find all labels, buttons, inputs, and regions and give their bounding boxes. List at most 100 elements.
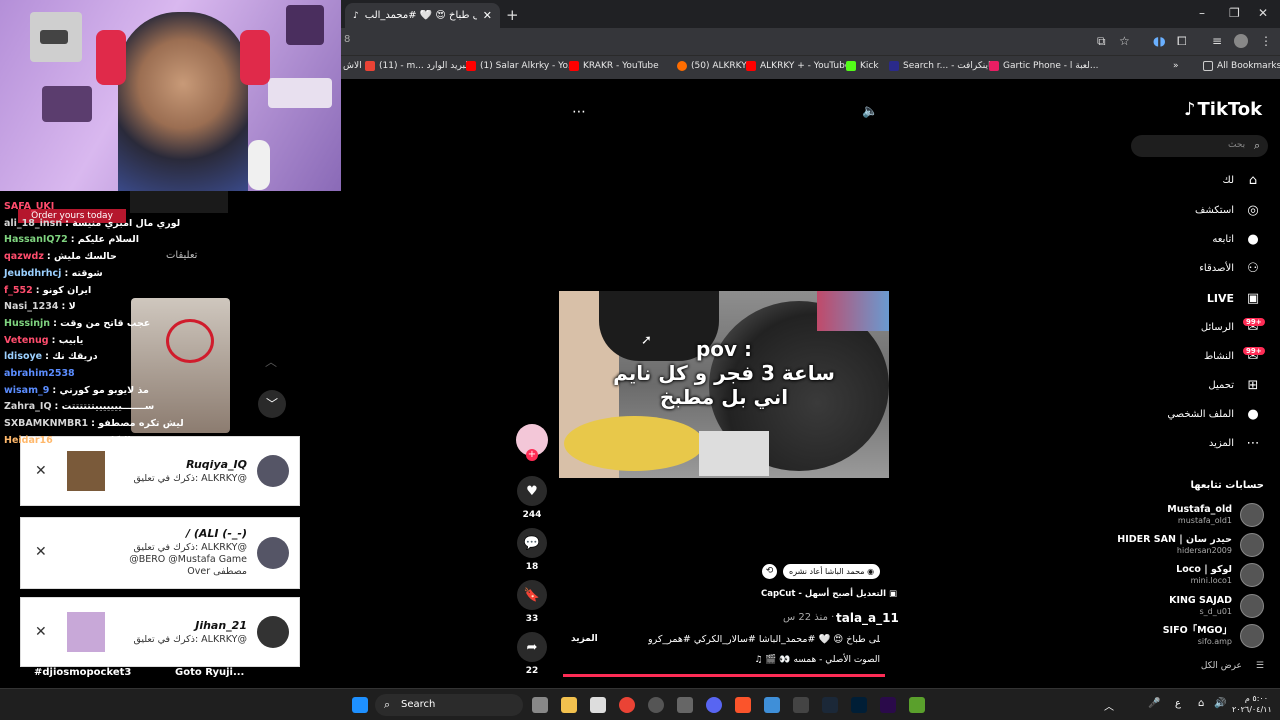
- scroll-down-icon[interactable]: ﹀: [258, 390, 286, 418]
- followed-account[interactable]: SIFO「MGO」 sifo.amp: [1163, 624, 1264, 648]
- minimize-icon[interactable]: –: [1199, 6, 1205, 20]
- bookmarks-overflow-icon[interactable]: »: [1173, 61, 1179, 71]
- app-icon[interactable]: [764, 697, 780, 713]
- menu-icon[interactable]: ⋮: [1260, 34, 1272, 48]
- taskbar-search[interactable]: Search: [375, 694, 523, 716]
- like-button[interactable]: ♥ 244: [516, 476, 548, 520]
- more-link[interactable]: المزيد: [571, 634, 598, 644]
- close-icon[interactable]: ✕: [35, 544, 47, 560]
- chat-username[interactable]: Jeubdhrhcj: [4, 268, 61, 279]
- follow-plus-icon[interactable]: +: [526, 449, 538, 461]
- network-icon[interactable]: ⌂: [1198, 698, 1204, 709]
- hashtag-link[interactable]: Goto Ryuji...: [175, 667, 244, 678]
- restore-icon[interactable]: ❐: [1229, 6, 1240, 20]
- steam-icon[interactable]: [822, 697, 838, 713]
- bookmark-item[interactable]: Kick: [846, 61, 879, 71]
- notification-card[interactable]: ✕ Jihan_21 ذكرك في تعليق: ALKRKY@: [20, 597, 300, 667]
- chat-username[interactable]: Heidar16: [4, 435, 53, 446]
- close-tab-icon[interactable]: ✕: [483, 9, 500, 22]
- chat-username[interactable]: Hussinjn: [4, 318, 50, 329]
- bookmark-item[interactable]: (50) ALKRKY: [677, 61, 747, 71]
- chat-username[interactable]: f_552: [4, 285, 33, 296]
- browser-tab-active[interactable]: ♪ احلى طباخ 😍 🤍 #محمد_الب ✕: [345, 3, 500, 28]
- extensions-icon[interactable]: ⧠: [1177, 34, 1187, 49]
- tiktok-logo[interactable]: ♪ TikTok: [1184, 99, 1262, 120]
- premiere-icon[interactable]: [880, 697, 896, 713]
- file-explorer-icon[interactable]: [561, 697, 577, 713]
- chat-username[interactable]: ldisoye: [4, 351, 42, 362]
- nav-item[interactable]: LIVE ▣: [1207, 289, 1262, 307]
- chat-username[interactable]: HassanIQ72: [4, 234, 68, 245]
- share-button[interactable]: ➦ 22: [516, 632, 548, 676]
- chat-username[interactable]: Nasi_1234: [4, 301, 58, 312]
- bookmark-item[interactable]: Search r... - ماينكرافت: [889, 61, 996, 71]
- settings-icon[interactable]: [677, 697, 693, 713]
- chat-username[interactable]: wisam_9: [4, 385, 49, 396]
- bookmark-item[interactable]: (11) - m... البريد الوارد: [365, 61, 470, 71]
- media-icon[interactable]: ≡: [1212, 34, 1222, 48]
- bookmark-item[interactable]: Gartic Phone - لعبة ا...: [989, 61, 1098, 71]
- chrome-icon[interactable]: [619, 697, 635, 713]
- sound-link[interactable]: ♫ 🎬 👀 الصوت الأصلي - همسه: [700, 655, 880, 665]
- comment-button[interactable]: 💬 18: [516, 528, 548, 572]
- install-icon[interactable]: ⧉: [1097, 34, 1106, 49]
- followed-account[interactable]: KING SAJAD s_d_u01: [1169, 594, 1264, 618]
- followed-account[interactable]: Loco | لوكو mini.loco1: [1176, 563, 1264, 587]
- chat-username[interactable]: ali_18_insn: [4, 218, 62, 229]
- new-tab-icon[interactable]: +: [506, 6, 519, 24]
- followed-account[interactable]: Mustafa_old mustafa_old1: [1167, 503, 1264, 527]
- clock[interactable]: ٥:٠٠ م ٢٠٢٦/٠٤/١١: [1232, 693, 1272, 715]
- nav-item[interactable]: لك ⌂: [1223, 171, 1262, 189]
- close-window-icon[interactable]: ✕: [1258, 6, 1268, 20]
- nav-item[interactable]: استكشف ◎: [1195, 201, 1262, 219]
- capcut-link[interactable]: CapCut - التعديل أصبح أسهل ▣: [761, 589, 897, 599]
- save-button[interactable]: 🔖 33: [516, 580, 548, 624]
- volume-icon[interactable]: 🔈: [862, 104, 878, 119]
- close-icon[interactable]: ✕: [35, 624, 47, 640]
- bookmark-item[interactable]: (1) Salar Alkrky - Yo...: [466, 61, 576, 71]
- minecraft-icon[interactable]: [909, 697, 925, 713]
- address-bar[interactable]: [341, 28, 1280, 55]
- chat-username[interactable]: qazwdz: [4, 251, 44, 262]
- discord-icon[interactable]: [706, 697, 722, 713]
- microphone-icon[interactable]: 🎤: [1148, 698, 1160, 709]
- capcut-icon[interactable]: [793, 697, 809, 713]
- nav-item[interactable]: تحميل ⊞: [1208, 376, 1262, 394]
- notification-card[interactable]: ✕ Ruqiya_IQ ذكرك في تعليق: ALKRKY@: [20, 436, 300, 506]
- chat-username[interactable]: SAFA_UKI: [4, 201, 54, 212]
- all-bookmarks[interactable]: All Bookmarks: [1203, 61, 1280, 71]
- repost-icon[interactable]: ⟲: [762, 564, 777, 579]
- extension-audio-icon[interactable]: ◖◗: [1153, 34, 1166, 48]
- more-options-icon[interactable]: ⋯: [572, 104, 586, 120]
- bookmark-item[interactable]: الاش: [343, 61, 362, 71]
- chat-username[interactable]: SXBAMKNMBR1: [4, 418, 88, 429]
- volume-icon[interactable]: 🔊: [1214, 698, 1226, 709]
- language-indicator[interactable]: ع: [1175, 698, 1181, 709]
- bookmark-star-icon[interactable]: ☆: [1119, 34, 1130, 48]
- address-text[interactable]: 8: [344, 34, 350, 45]
- profile-avatar-icon[interactable]: [1234, 34, 1248, 48]
- photoshop-icon[interactable]: [851, 697, 867, 713]
- notification-card[interactable]: ✕ / (ALI (-_-) ذكرك في تعليق: ALKRKY@ @B…: [20, 517, 300, 589]
- bookmark-item[interactable]: KRAKR - YouTube: [569, 61, 659, 71]
- bookmark-item[interactable]: ALKRKY + - YouTube: [746, 61, 850, 71]
- chat-username[interactable]: Vetenug: [4, 335, 49, 346]
- video-progress-bar[interactable]: [563, 674, 885, 677]
- hashtag-link[interactable]: #djiosmopocket3: [34, 667, 131, 678]
- nav-item[interactable]: المزيد ⋯: [1209, 434, 1262, 452]
- reposted-chip[interactable]: محمد الباشا أعاد نشره ◉: [783, 564, 881, 579]
- nav-item[interactable]: اتابعه ●: [1212, 230, 1262, 248]
- close-icon[interactable]: ✕: [35, 463, 47, 479]
- followed-account[interactable]: HIDER SAN | حيدر سان hidersan2009: [1117, 533, 1264, 557]
- search-input[interactable]: [1131, 135, 1268, 157]
- obs-icon[interactable]: [648, 697, 664, 713]
- chat-username[interactable]: Zahra_IQ: [4, 401, 52, 412]
- brave-icon[interactable]: [735, 697, 751, 713]
- nav-item[interactable]: الأصدقاء ⚇: [1199, 259, 1262, 277]
- windows-start-icon[interactable]: [352, 697, 368, 713]
- author-name[interactable]: tala_a_11: [836, 611, 899, 625]
- see-all-link[interactable]: عرض الكل ☰: [1201, 661, 1264, 671]
- chat-username[interactable]: abrahim2538: [4, 368, 75, 379]
- tray-overflow-icon[interactable]: ︿: [1104, 698, 1114, 713]
- task-view-icon[interactable]: [532, 697, 548, 713]
